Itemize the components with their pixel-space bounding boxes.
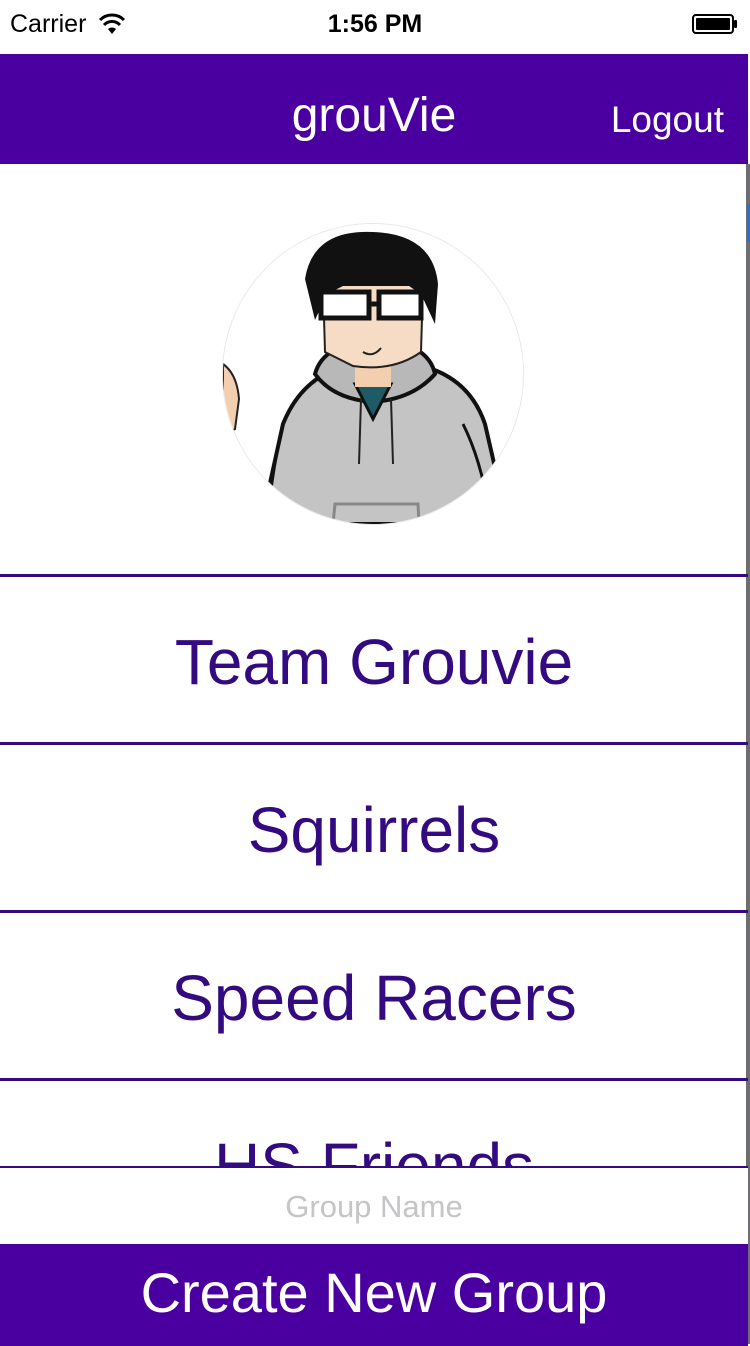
group-label: Team Grouvie bbox=[174, 626, 574, 698]
group-label: Squirrels bbox=[247, 794, 501, 866]
logout-button[interactable]: Logout bbox=[611, 99, 724, 141]
group-name-input[interactable] bbox=[0, 1166, 748, 1246]
battery-icon bbox=[692, 14, 738, 34]
status-bar: Carrier 1:56 PM bbox=[0, 0, 750, 54]
group-label: HS Friends bbox=[213, 1130, 535, 1166]
list-item-group[interactable]: Team Grouvie bbox=[0, 574, 748, 742]
group-list[interactable]: Team Grouvie Squirrels Speed Racers HS F… bbox=[0, 574, 748, 1166]
list-item-group[interactable]: Squirrels bbox=[0, 742, 748, 910]
create-new-group-button[interactable]: Create New Group bbox=[0, 1244, 748, 1346]
clock: 1:56 PM bbox=[327, 10, 423, 38]
nav-bar: grouVie Logout bbox=[0, 54, 748, 164]
list-item-group[interactable]: HS Friends bbox=[0, 1078, 748, 1166]
avatar[interactable] bbox=[223, 224, 523, 524]
avatar-illustration bbox=[223, 224, 523, 524]
group-label: Speed Racers bbox=[171, 962, 577, 1034]
list-item-group[interactable]: Speed Racers bbox=[0, 910, 748, 1078]
